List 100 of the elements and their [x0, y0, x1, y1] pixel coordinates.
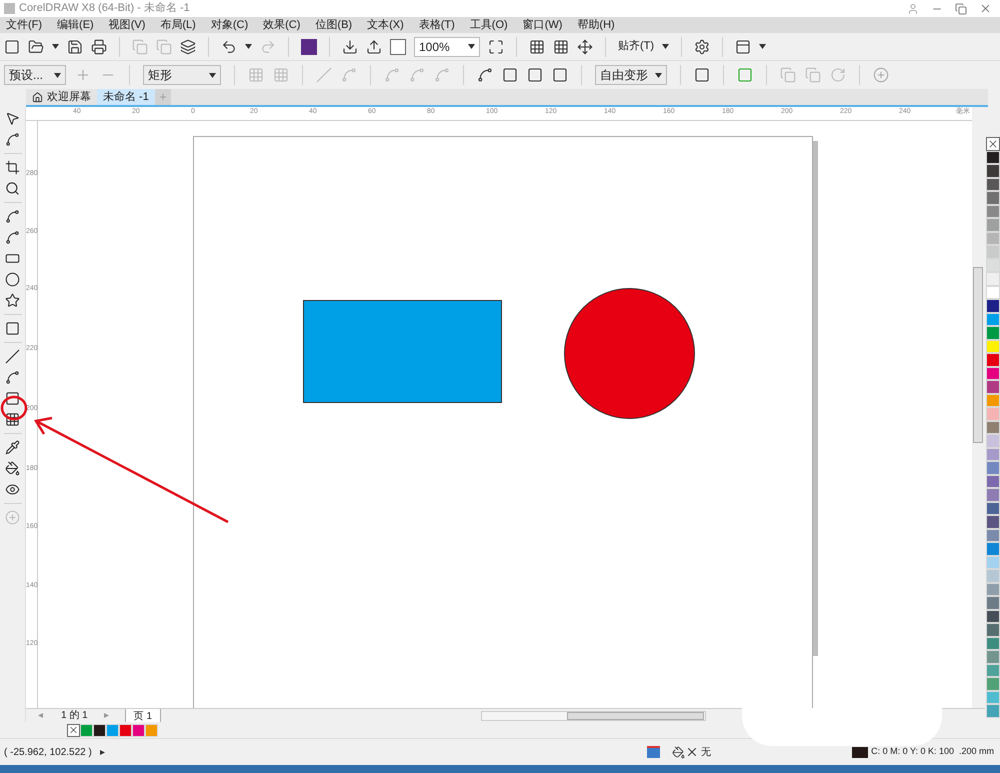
save-icon[interactable] — [67, 38, 83, 54]
menu-item[interactable]: 位图(B) — [315, 16, 352, 34]
color-swatch[interactable] — [986, 623, 1000, 636]
import-icon[interactable] — [342, 38, 358, 54]
settings-icon[interactable] — [694, 38, 710, 54]
no-color-swatch[interactable] — [67, 724, 80, 736]
snap-menu[interactable]: 贴齐(T) — [618, 38, 654, 55]
dropdown-arrow-icon[interactable] — [245, 44, 252, 49]
color-swatch[interactable] — [986, 353, 1000, 366]
menu-item[interactable]: 工具(O) — [470, 16, 508, 34]
color-swatch[interactable] — [986, 569, 1000, 582]
scrollbar-thumb[interactable] — [567, 712, 704, 720]
color-swatch[interactable] — [986, 461, 1000, 474]
document-tab[interactable]: 未命名 -1 — [97, 89, 155, 105]
dropdown-arrow-icon[interactable] — [54, 72, 61, 78]
expand-arrow-icon[interactable] — [100, 750, 107, 754]
color-swatch[interactable] — [80, 724, 93, 736]
ellipse-tool-icon[interactable] — [5, 272, 20, 287]
color-swatch[interactable] — [986, 650, 1000, 664]
account-icon[interactable] — [907, 2, 919, 14]
crop-tool-icon[interactable] — [5, 160, 20, 175]
undo-icon[interactable] — [221, 38, 237, 54]
color-swatch[interactable] — [986, 528, 1000, 542]
color-swatch[interactable] — [119, 724, 132, 736]
color-swatch[interactable] — [986, 366, 1000, 380]
menu-item[interactable]: 窗口(W) — [522, 16, 562, 34]
dropdown-arrow-icon[interactable] — [759, 44, 766, 49]
pointer-tool-icon[interactable] — [5, 111, 20, 126]
new-document-icon[interactable] — [4, 38, 20, 54]
dropdown-arrow-icon[interactable] — [655, 72, 662, 78]
color-swatch[interactable] — [986, 420, 1000, 434]
menu-item[interactable]: 视图(V) — [108, 16, 146, 34]
close-button[interactable] — [979, 2, 992, 15]
scrollbar-thumb[interactable] — [973, 267, 983, 443]
dropdown-arrow-icon[interactable] — [662, 44, 670, 49]
color-swatch[interactable] — [986, 434, 1000, 448]
color-swatch[interactable] — [986, 407, 1000, 420]
dropdown-arrow-icon[interactable] — [209, 72, 216, 78]
dropdown[interactable]: 矩形 — [143, 65, 221, 85]
export-icon[interactable] — [366, 38, 382, 54]
open-icon[interactable] — [28, 38, 44, 54]
menu-item[interactable]: 表格(T) — [418, 16, 455, 34]
dropdown[interactable]: 自由变形 — [595, 65, 667, 85]
menu-item[interactable]: 文件(F) — [6, 16, 42, 34]
page-tab[interactable]: 页 1 — [124, 709, 162, 722]
color-swatch[interactable] — [986, 677, 1000, 690]
color-swatch[interactable] — [986, 690, 1000, 704]
fill-tool-icon[interactable] — [5, 461, 20, 476]
color-swatch[interactable] — [986, 191, 1000, 204]
color-swatch[interactable] — [986, 394, 1000, 407]
dropdown-arrow-icon[interactable] — [52, 44, 59, 49]
color-swatch[interactable] — [986, 488, 1000, 502]
color-swatch[interactable] — [986, 258, 1000, 272]
color-swatch[interactable] — [986, 286, 1000, 299]
print-icon[interactable] — [91, 38, 107, 54]
color-swatch[interactable] — [986, 312, 1000, 326]
grid-icon[interactable] — [553, 38, 569, 54]
color-swatch[interactable] — [132, 724, 145, 736]
color-swatch[interactable] — [106, 724, 119, 736]
color-swatch[interactable] — [986, 610, 1000, 623]
menu-item[interactable]: 对象(C) — [210, 16, 248, 34]
color-swatch[interactable] — [986, 542, 1000, 556]
color-swatch[interactable] — [986, 150, 1000, 164]
connector-tool-icon[interactable] — [5, 370, 20, 385]
color-swatch[interactable] — [986, 502, 1000, 515]
color-swatch[interactable] — [986, 556, 1000, 569]
line-tool-icon[interactable] — [5, 349, 20, 364]
zoom-tool-icon[interactable] — [5, 181, 20, 196]
restore-button[interactable] — [955, 2, 967, 14]
dropdown[interactable]: 100% — [414, 36, 480, 56]
color-swatch[interactable] — [986, 272, 1000, 286]
color-swatch[interactable] — [986, 232, 1000, 245]
color-swatch[interactable] — [986, 448, 1000, 461]
color-swatch[interactable] — [986, 245, 1000, 258]
menu-item[interactable]: 帮助(H) — [577, 16, 615, 34]
color-swatch[interactable] — [145, 724, 158, 736]
color-swatch[interactable] — [93, 724, 106, 736]
menu-item[interactable]: 布局(L) — [160, 16, 196, 34]
color-swatch[interactable] — [986, 474, 1000, 488]
color-swatch[interactable] — [986, 164, 1000, 178]
full-screen-icon[interactable] — [488, 38, 504, 54]
color-swatch[interactable] — [986, 380, 1000, 394]
color-swatch[interactable] — [986, 178, 1000, 191]
color-swatch[interactable] — [986, 704, 1000, 718]
dropdown-arrow-icon[interactable] — [468, 44, 475, 49]
menu-item[interactable]: 效果(C) — [263, 16, 300, 34]
color-swatch[interactable] — [986, 204, 1000, 218]
menu-item[interactable]: 文本(X) — [367, 16, 404, 34]
color-swatch[interactable] — [986, 582, 1000, 596]
previous-page-icon[interactable] — [38, 713, 45, 718]
eyedropper-tool-icon[interactable] — [5, 440, 20, 455]
next-page-icon[interactable] — [104, 713, 111, 718]
curve-tool-icon[interactable] — [5, 230, 20, 245]
color-swatch[interactable] — [986, 340, 1000, 353]
color-swatch[interactable] — [986, 664, 1000, 677]
color-swatch[interactable] — [986, 326, 1000, 340]
menu-item[interactable]: 编辑(E) — [57, 16, 94, 34]
color-swatch[interactable] — [986, 636, 1000, 650]
star-tool-icon[interactable] — [5, 293, 20, 308]
color-swatch[interactable] — [986, 218, 1000, 232]
